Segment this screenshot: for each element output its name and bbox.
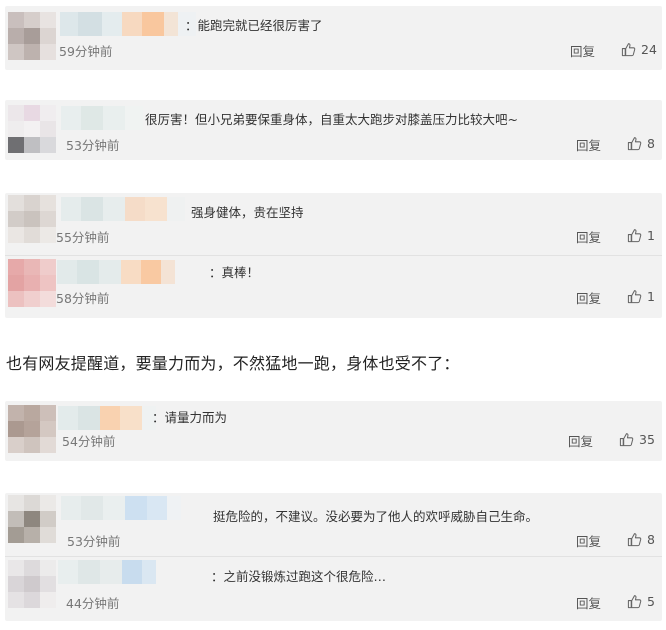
article-paragraph: 也有网友提醒道，要量力而为，不然猛地一跑，身体也受不了：: [6, 354, 460, 373]
blurred-username[interactable]: [58, 406, 156, 430]
blurred-username[interactable]: [61, 197, 185, 221]
reply-button[interactable]: 回复: [576, 534, 601, 550]
comment-text: 挺危险的，不建议。没必要为了他人的欢呼威胁自己生命。: [213, 509, 539, 524]
comment-text: 强身健体，贵在坚持: [191, 205, 304, 220]
thumbs-up-icon: [627, 595, 642, 609]
like-count: 5: [647, 594, 655, 609]
blurred-username[interactable]: [61, 106, 143, 130]
comment-time: 53分钟前: [66, 138, 120, 153]
comment-text: 很厉害！但小兄弟要保重身体，自重太大跑步对膝盖压力比较大吧~: [145, 112, 518, 127]
reply-button[interactable]: 回复: [576, 596, 601, 612]
reply-button[interactable]: 回复: [576, 138, 601, 154]
reply-button[interactable]: 回复: [576, 230, 601, 246]
comment-text: ：真棒！: [209, 265, 260, 280]
thumbs-up-icon: [619, 433, 634, 447]
like-button[interactable]: 35: [619, 432, 655, 447]
thumbs-up-icon: [627, 290, 642, 304]
like-count: 1: [647, 228, 655, 243]
avatar[interactable]: [8, 560, 56, 608]
comment-card: 很厉害！但小兄弟要保重身体，自重太大跑步对膝盖压力比较大吧~ 53分钟前 回复 …: [5, 100, 662, 160]
avatar[interactable]: [8, 405, 56, 453]
like-button[interactable]: 24: [621, 42, 657, 57]
comment-time: 55分钟前: [56, 230, 110, 245]
reply-button[interactable]: 回复: [576, 291, 601, 307]
comment-time: 59分钟前: [59, 44, 113, 59]
thumbs-up-icon: [627, 533, 642, 547]
comment-row: 强身健体，贵在坚持 55分钟前 回复 1: [5, 193, 662, 255]
comment-card: ：能跑完就已经很厉害了 59分钟前 回复 24: [5, 6, 662, 70]
like-button[interactable]: 8: [627, 532, 655, 547]
avatar[interactable]: [8, 12, 56, 60]
comment-time: 53分钟前: [67, 534, 121, 549]
like-button[interactable]: 5: [627, 594, 655, 609]
comment-row: 挺危险的，不建议。没必要为了他人的欢呼威胁自己生命。 53分钟前 回复 8: [5, 493, 662, 555]
like-button[interactable]: 8: [627, 136, 655, 151]
avatar[interactable]: [8, 195, 56, 243]
comment-time: 54分钟前: [62, 434, 116, 449]
comment-time: 44分钟前: [66, 596, 120, 611]
like-count: 24: [641, 42, 657, 57]
comment-text: ：能跑完就已经很厉害了: [185, 18, 323, 33]
like-button[interactable]: 1: [627, 228, 655, 243]
like-count: 1: [647, 289, 655, 304]
thumbs-up-icon: [627, 137, 642, 151]
avatar[interactable]: [8, 495, 56, 543]
comment-time: 58分钟前: [56, 291, 110, 306]
comment-card: ：请量力而为 54分钟前 回复 35: [5, 401, 662, 461]
comment-group: 强身健体，贵在坚持 55分钟前 回复 1 ：真棒！ 58分钟前 回复 1: [5, 193, 662, 318]
comment-row: ：真棒！ 58分钟前 回复 1: [5, 256, 662, 318]
comment-text: ：之前没锻炼过跑这个很危险…: [211, 569, 387, 584]
like-count: 35: [639, 432, 655, 447]
comment-group: 挺危险的，不建议。没必要为了他人的欢呼威胁自己生命。 53分钟前 回复 8 ：之…: [5, 493, 662, 621]
reply-button[interactable]: 回复: [568, 434, 593, 450]
avatar[interactable]: [8, 105, 56, 153]
like-count: 8: [647, 136, 655, 151]
reply-button[interactable]: 回复: [570, 44, 595, 60]
like-count: 8: [647, 532, 655, 547]
blurred-username[interactable]: [61, 496, 181, 520]
thumbs-up-icon: [627, 229, 642, 243]
avatar[interactable]: [8, 259, 56, 307]
comment-row: ：之前没锻炼过跑这个很危险… 44分钟前 回复 5: [5, 557, 662, 621]
comment-text: ：请量力而为: [152, 410, 228, 425]
blurred-username[interactable]: [58, 560, 156, 584]
like-button[interactable]: 1: [627, 289, 655, 304]
thumbs-up-icon: [621, 43, 636, 57]
blurred-username[interactable]: [60, 12, 196, 36]
blurred-username[interactable]: [57, 260, 175, 284]
